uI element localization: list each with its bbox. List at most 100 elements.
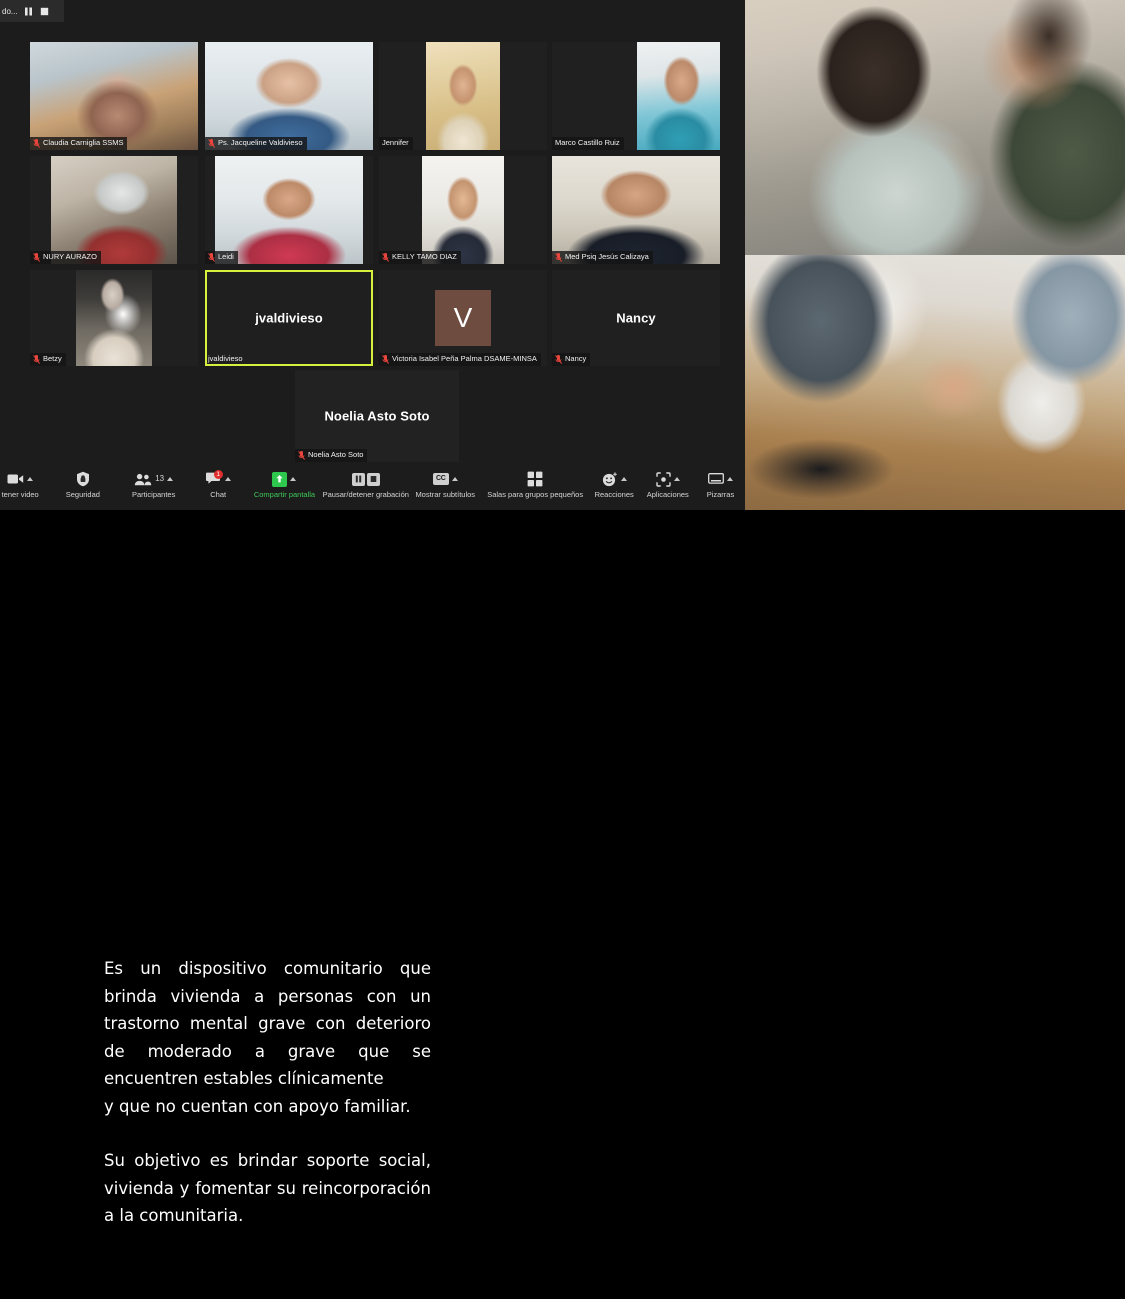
chevron-up-icon[interactable] [673, 477, 680, 481]
toolbar-label: Chat [210, 490, 227, 499]
participant-name-bar: Betzy [30, 353, 66, 366]
chevron-up-icon[interactable] [290, 477, 297, 481]
toolbar-stop-video-button[interactable]: tener video [0, 469, 48, 500]
stop-recording-icon[interactable] [366, 472, 380, 486]
participant-name: Claudia Carniglia SSMS [43, 138, 124, 147]
toolbar-label: Pausar/detener grabación [322, 490, 409, 499]
participant-tile-jvaldivieso[interactable]: jvaldivieso jvaldivieso [205, 270, 373, 366]
participant-display-name: Noelia Asto Soto [324, 408, 430, 424]
toolbar-apps-button[interactable]: Aplicaciones [640, 469, 696, 500]
chevron-up-icon[interactable] [27, 477, 34, 481]
participant-tile-kelly-tamo-diaz[interactable]: KELLY TAMO DIAZ [379, 156, 547, 264]
participant-name-bar: KELLY TAMO DIAZ [379, 251, 461, 264]
participant-tile-claudia-carniglia-ssms[interactable]: Claudia Carniglia SSMS [30, 42, 198, 150]
video-feed [51, 156, 177, 264]
participant-name: KELLY TAMO DIAZ [392, 252, 457, 261]
slide-paragraph-1b: y que no cuentan con apoyo familiar. [104, 1096, 411, 1116]
muted-mic-icon [33, 252, 40, 262]
toolbar-whiteboards-button[interactable]: Pizarras [696, 469, 745, 500]
slide-paragraph-1: Es un dispositivo comunitario que brinda… [104, 959, 431, 1088]
video-feed [422, 156, 504, 264]
participant-tile-marco-castillo-ruiz[interactable]: Marco Castillo Ruiz [552, 42, 720, 150]
chevron-up-icon[interactable] [451, 477, 458, 481]
toolbar-participants-button[interactable]: 13 Participantes [117, 469, 190, 500]
participant-name-bar: Noelia Asto Soto [295, 449, 368, 462]
stop-icon[interactable] [39, 6, 50, 17]
toolbar-label: Aplicaciones [646, 490, 689, 499]
muted-mic-icon [208, 138, 215, 148]
participant-name-bar: Victoria Isabel Peña Palma DSAME-MINSA [379, 353, 541, 366]
muted-mic-icon [382, 252, 389, 262]
participant-tile-jennifer[interactable]: Jennifer [379, 42, 547, 150]
participant-tile-noelia-asto-soto[interactable]: Noelia Asto Soto Noelia Asto Soto [295, 370, 459, 462]
zoom-meeting-window: do... Claudia Carniglia SSMS Ps. Jacquel… [0, 0, 745, 510]
participant-tile-betzy[interactable]: Betzy [30, 270, 198, 366]
participant-tile-victoria-isabel-pena-palma-dsame-minsa[interactable]: V Victoria Isabel Peña Palma DSAME-MINSA [379, 270, 547, 366]
chevron-up-icon[interactable] [726, 477, 733, 481]
participant-name: Jennifer [382, 138, 409, 147]
participant-tile-leidi[interactable]: Leidi [205, 156, 373, 264]
chevron-up-icon[interactable] [224, 477, 231, 481]
toolbar-recording-button[interactable]: Pausar/detener grabación [323, 469, 409, 500]
cc-icon: CC [432, 473, 449, 485]
participants-count: 13 [155, 474, 165, 483]
muted-mic-icon [382, 354, 389, 364]
breakout-rooms-icon [527, 471, 543, 487]
participant-name: Marco Castillo Ruiz [555, 138, 620, 147]
toolbar-reactions-button[interactable]: Reacciones [589, 469, 640, 500]
reactions-icon [602, 471, 617, 486]
toolbar-label: Compartir pantalla [253, 490, 316, 499]
chevron-up-icon[interactable] [167, 477, 174, 481]
participant-name-bar: Med Psiq Jesús Calizaya [552, 251, 653, 264]
participant-name-bar: Ps. Jacqueline Valdivieso [205, 137, 307, 150]
toolbar-breakout-rooms-button[interactable]: Salas para grupos pequeños [482, 469, 589, 500]
toolbar-share-screen-button[interactable]: Compartir pantalla [246, 469, 322, 500]
shield-icon [76, 471, 89, 487]
pause-recording-icon[interactable] [351, 472, 365, 486]
toolbar-captions-button[interactable]: CC Mostrar subtítulos [409, 469, 482, 500]
camera-icon [7, 474, 24, 484]
muted-mic-icon [33, 138, 40, 148]
toolbar-label: tener video [1, 490, 39, 499]
pause-icon[interactable] [23, 6, 34, 17]
avatar: V [435, 290, 491, 346]
recording-control-bar: do... [0, 0, 64, 22]
share-screen-icon [272, 471, 288, 487]
participant-tile-med-psiq-jesus-calizaya[interactable]: Med Psiq Jesús Calizaya [552, 156, 720, 264]
muted-mic-icon [208, 252, 215, 262]
participant-name-bar: Leidi [205, 251, 238, 264]
participant-tile-nancy[interactable]: Nancy Nancy [552, 270, 720, 366]
toolbar-security-button[interactable]: Seguridad [48, 469, 117, 500]
toolbar-chat-button[interactable]: 1 Chat [190, 469, 246, 500]
muted-mic-icon [33, 354, 40, 364]
slide-body-text: Es un dispositivo comunitario que brinda… [104, 955, 431, 1230]
screen-root: do... Claudia Carniglia SSMS Ps. Jacquel… [0, 0, 1125, 1299]
toolbar-label: Pizarras [706, 490, 735, 499]
toolbar-label: Participantes [131, 490, 176, 499]
video-feed [205, 42, 373, 150]
participant-name: Victoria Isabel Peña Palma DSAME-MINSA [392, 354, 537, 363]
chevron-up-icon[interactable] [620, 477, 627, 481]
muted-mic-icon [555, 354, 562, 364]
participant-tile-nury-aurazo[interactable]: NURY AURAZO [30, 156, 198, 264]
toolbar-label: Salas para grupos pequeños [487, 490, 584, 499]
video-feed [215, 156, 363, 264]
video-feed [426, 42, 500, 150]
muted-mic-icon [298, 450, 305, 460]
apps-icon [656, 471, 671, 487]
recording-status-label: do... [2, 6, 18, 16]
toolbar-label: Mostrar subtítulos [415, 490, 476, 499]
video-feed [552, 156, 720, 264]
photo-comforting-shoulder [745, 0, 1125, 255]
video-feed [76, 270, 152, 366]
participant-name: Ps. Jacqueline Valdivieso [218, 138, 303, 147]
participant-name: Med Psiq Jesús Calizaya [565, 252, 649, 261]
participant-tile-ps-jacqueline-valdivieso[interactable]: Ps. Jacqueline Valdivieso [205, 42, 373, 150]
photo-holding-hands [745, 255, 1125, 510]
participant-display-name: jvaldivieso [255, 310, 323, 326]
participant-name: NURY AURAZO [43, 252, 97, 261]
participant-name-bar: NURY AURAZO [30, 251, 101, 264]
participant-name: Nancy [565, 354, 587, 363]
participant-name: Betzy [43, 354, 62, 363]
